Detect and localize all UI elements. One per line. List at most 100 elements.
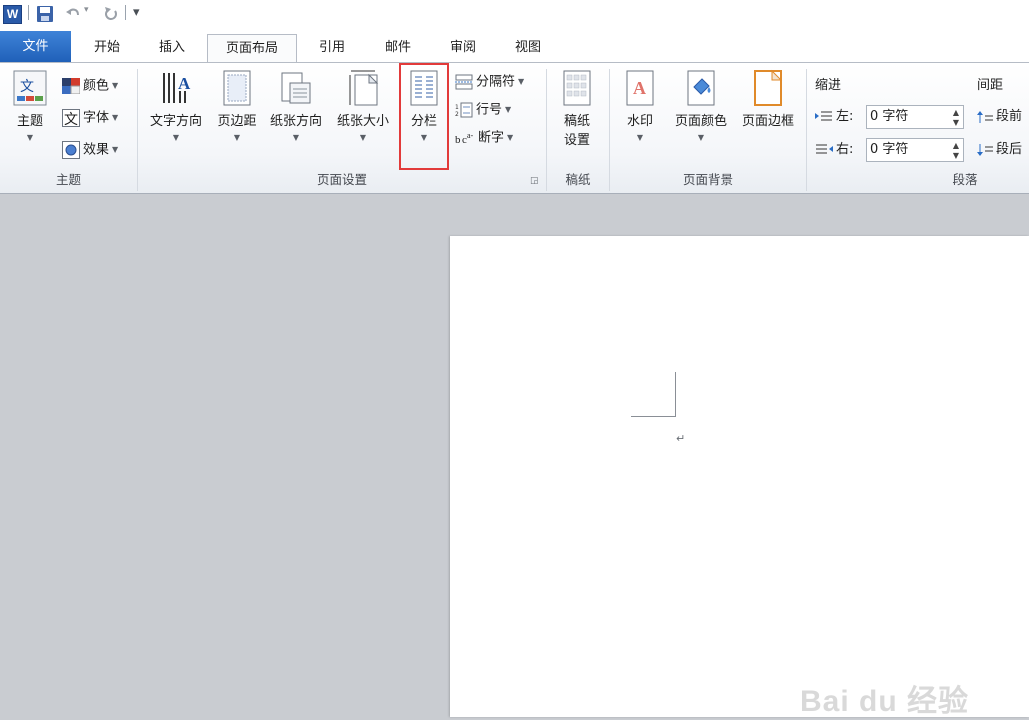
indent-right-spinner[interactable]: 0 字符 ▲ ▼ <box>866 138 964 162</box>
themes-button[interactable]: 文 主题 ▼ <box>10 69 50 142</box>
fonts-icon: 文 <box>62 109 80 127</box>
page-color-button[interactable]: 页面颜色 ▼ <box>669 69 733 142</box>
indent-title: 缩进 <box>815 78 842 93</box>
indent-right-label: 右: <box>815 139 853 161</box>
chevron-down-icon: ▼ <box>359 133 367 142</box>
chevron-down-icon: ▼ <box>292 133 300 142</box>
right-label-text: 右: <box>836 142 854 157</box>
tab-review[interactable]: 审阅 <box>436 34 490 62</box>
paragraph-group-label: 段落 <box>952 172 978 187</box>
margin-corner-mark <box>675 372 676 416</box>
watermark-icon: A <box>626 70 654 106</box>
spinner-down-icon[interactable]: ▼ <box>951 151 961 160</box>
spacing-after-text: 段后 <box>996 142 1023 157</box>
indent-right-value[interactable]: 0 字符 <box>870 139 908 161</box>
text-direction-button[interactable]: A 文字方向 ▼ <box>145 69 207 142</box>
redo-icon[interactable] <box>102 5 120 23</box>
effects-button[interactable]: 效果 ▼ <box>62 139 118 161</box>
qat-separator <box>125 5 126 20</box>
size-icon <box>349 70 379 106</box>
effects-icon <box>62 141 80 159</box>
colors-label: 颜色 <box>83 78 110 94</box>
page-borders-label: 页面边框 <box>741 114 794 129</box>
spacing-before-label: 段前 <box>977 106 1022 128</box>
left-label-text: 左: <box>836 109 854 124</box>
ribbon-tabs: 文件 开始 插入 页面布局 引用 邮件 审阅 视图 <box>0 28 1029 64</box>
orientation-button[interactable]: 纸张方向 ▼ <box>265 69 327 142</box>
tab-mailings[interactable]: 邮件 <box>371 34 425 62</box>
customize-qat-icon[interactable]: ▾ <box>133 5 145 21</box>
page-setup-group-label: 页面设置 <box>316 172 367 187</box>
colors-icon <box>62 78 80 94</box>
undo-icon[interactable] <box>64 5 82 23</box>
chevron-down-icon: ▼ <box>112 145 119 154</box>
size-label: 纸张大小 <box>336 114 389 129</box>
size-button[interactable]: 纸张大小 ▼ <box>332 69 394 142</box>
margins-label: 页边距 <box>217 114 257 129</box>
hyphenation-icon: b c a- <box>455 131 474 146</box>
line-numbers-icon: 12 <box>455 102 473 118</box>
breaks-button[interactable]: 分隔符 ▼ <box>455 71 524 93</box>
chevron-down-icon: ▼ <box>26 133 34 142</box>
indent-left-icon <box>815 111 832 120</box>
watermark-label: 水印 <box>626 114 653 129</box>
save-icon[interactable] <box>36 5 54 23</box>
svg-text:a-: a- <box>467 131 474 140</box>
spinner-down-icon[interactable]: ▼ <box>951 118 961 127</box>
indent-left-value[interactable]: 0 字符 <box>870 106 908 128</box>
fonts-label: 字体 <box>83 110 110 126</box>
chevron-down-icon: ▼ <box>112 81 119 90</box>
chevron-down-icon: ▼ <box>507 133 514 142</box>
baidu-watermark: Bai du 经验 <box>800 685 970 718</box>
tab-file[interactable]: 文件 <box>0 31 71 63</box>
chevron-down-icon: ▼ <box>172 133 180 142</box>
tab-references[interactable]: 引用 <box>305 34 359 62</box>
manuscript-group-label: 稿纸 <box>565 172 591 187</box>
qat-separator <box>28 5 29 20</box>
breaks-icon <box>455 74 473 90</box>
page-borders-button[interactable]: 页面边框 <box>736 69 800 129</box>
page-setup-launcher-icon[interactable]: ◲ <box>530 176 539 186</box>
spinner-up-icon[interactable]: ▲ <box>951 141 961 150</box>
text-direction-label: 文字方向 <box>149 114 202 129</box>
paragraph-mark[interactable]: ↵ <box>676 432 685 445</box>
svg-text:文: 文 <box>20 79 34 95</box>
svg-text:文: 文 <box>64 112 78 127</box>
chevron-down-icon: ▼ <box>636 133 644 142</box>
chevron-down-icon: ▼ <box>112 113 119 122</box>
margin-corner-mark <box>631 416 676 417</box>
tab-page-layout[interactable]: 页面布局 <box>207 34 297 64</box>
svg-text:b: b <box>455 134 461 146</box>
fonts-button[interactable]: 文 字体 ▼ <box>62 107 118 129</box>
spinner-up-icon[interactable]: ▲ <box>951 108 961 117</box>
chevron-down-icon: ▼ <box>518 77 525 86</box>
breaks-label: 分隔符 <box>476 74 516 90</box>
spacing-after-label: 段后 <box>977 139 1022 161</box>
spacing-before-text: 段前 <box>996 109 1023 124</box>
margins-button[interactable]: 页边距 ▼ <box>211 69 263 142</box>
line-numbers-button[interactable]: 12 行号 ▼ <box>455 99 511 121</box>
word-logo-icon[interactable]: W <box>3 5 22 24</box>
manuscript-label-line2: 设置 <box>563 133 590 148</box>
manuscript-settings-button[interactable]: 稿纸 设置 <box>553 69 601 148</box>
indent-left-label: 左: <box>815 106 853 128</box>
indent-left-spinner[interactable]: 0 字符 ▲ ▼ <box>866 105 964 129</box>
tab-home[interactable]: 开始 <box>80 34 134 62</box>
document-page[interactable]: ↵ <box>450 236 1029 717</box>
tab-insert[interactable]: 插入 <box>145 34 199 62</box>
undo-dropdown-icon[interactable]: ▾ <box>84 5 89 15</box>
spacing-title: 间距 <box>977 78 1004 93</box>
page-background-group-label: 页面背景 <box>682 172 733 187</box>
indent-right-icon <box>816 144 833 153</box>
text-direction-icon: A <box>163 73 191 103</box>
watermark-button[interactable]: A 水印 ▼ <box>620 69 660 142</box>
chevron-down-icon: ▼ <box>505 105 512 114</box>
hyphenation-label: 断字 <box>478 130 505 146</box>
quick-access-toolbar: W ▾ ▾ <box>0 0 1029 28</box>
tab-view[interactable]: 视图 <box>501 34 555 62</box>
chevron-down-icon: ▼ <box>233 133 241 142</box>
colors-button[interactable]: 颜色 ▼ <box>62 75 118 97</box>
theme-group-label: 主题 <box>55 172 81 187</box>
themes-icon: 文 <box>13 70 47 106</box>
hyphenation-button[interactable]: b c a- 断字 ▼ <box>455 127 513 149</box>
